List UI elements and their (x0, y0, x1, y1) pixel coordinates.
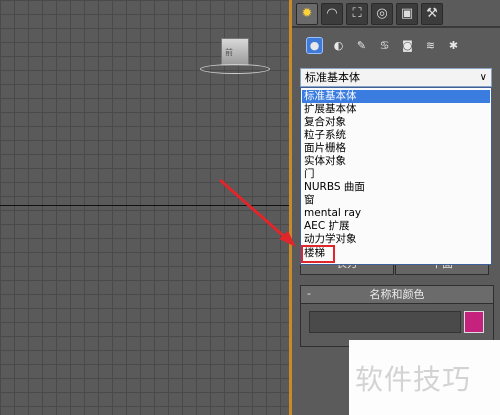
watermark-text: 软件技巧 (355, 363, 472, 396)
cameras-icon: ♋ (379, 39, 390, 52)
list-item[interactable]: 粒子系统 (304, 129, 346, 142)
systems-button[interactable]: ✱ (445, 37, 462, 54)
helpers-icon: ◙ (402, 39, 413, 52)
list-item[interactable]: mental ray (304, 207, 361, 220)
list-item[interactable]: 面片栅格 (304, 142, 346, 155)
helpers-button[interactable]: ◙ (399, 37, 416, 54)
geometry-button[interactable]: ● (306, 37, 323, 54)
list-item[interactable]: 窗 (304, 194, 315, 207)
space-warps-button[interactable]: ≋ (422, 37, 439, 54)
list-item[interactable]: 实体对象 (304, 155, 346, 168)
list-item[interactable]: 标准基本体 (302, 90, 490, 103)
tab-create[interactable]: ✹ (296, 3, 318, 25)
geometry-icon: ● (309, 39, 320, 52)
tab-motion[interactable]: ◎ (371, 3, 393, 25)
object-name-field[interactable] (309, 311, 461, 333)
viewcube-label: 前 (225, 48, 233, 57)
tab-hierarchy[interactable]: ⛶ (346, 3, 368, 25)
name-color-rollout: - 名称和颜色 (300, 285, 494, 347)
list-item[interactable]: 门 (304, 168, 315, 181)
rollout-header[interactable]: - 名称和颜色 (301, 286, 493, 304)
viewcube-ring[interactable] (200, 64, 270, 74)
hierarchy-icon: ⛶ (352, 6, 362, 21)
motion-icon: ◎ (376, 6, 388, 21)
lights-icon: ✎ (356, 39, 367, 52)
viewcube[interactable]: 前 (221, 38, 249, 66)
list-item[interactable]: 扩展基本体 (304, 103, 357, 116)
list-item[interactable]: AEC 扩展 (304, 220, 350, 233)
collapse-icon: - (307, 287, 311, 300)
viewport-perspective[interactable]: 前 (0, 0, 290, 415)
list-item[interactable]: 复合对象 (304, 116, 346, 129)
tab-utilities[interactable]: ⚒ (421, 3, 443, 25)
systems-icon: ✱ (448, 39, 459, 52)
chevron-down-icon: ∨ (479, 72, 487, 83)
dropdown-value: 标准基本体 (305, 71, 360, 84)
display-icon: ▣ (400, 6, 414, 21)
shapes-icon: ◐ (333, 39, 344, 52)
shapes-button[interactable]: ◐ (330, 37, 347, 54)
space-warps-icon: ≋ (425, 39, 436, 52)
list-item[interactable]: NURBS 曲面 (304, 181, 365, 194)
tab-display[interactable]: ▣ (396, 3, 418, 25)
object-type-dropdown[interactable]: 标准基本体 ∨ (300, 68, 492, 87)
object-color-swatch[interactable] (464, 311, 484, 333)
watermark: 软件技巧 (349, 340, 500, 415)
tab-modify[interactable]: ◠ (321, 3, 343, 25)
lights-button[interactable]: ✎ (353, 37, 370, 54)
create-icon: ✹ (301, 6, 313, 21)
highlight-box (301, 245, 335, 263)
panel-divider (292, 26, 500, 28)
modify-icon: ◠ (326, 6, 338, 21)
utilities-icon: ⚒ (426, 6, 438, 21)
rollout-title: 名称和颜色 (369, 288, 425, 301)
dropdown-list: 标准基本体 扩展基本体 复合对象 粒子系统 面片栅格 实体对象 门 NURBS … (300, 87, 492, 265)
cameras-button[interactable]: ♋ (376, 37, 393, 54)
home-grid-axis (0, 205, 290, 206)
